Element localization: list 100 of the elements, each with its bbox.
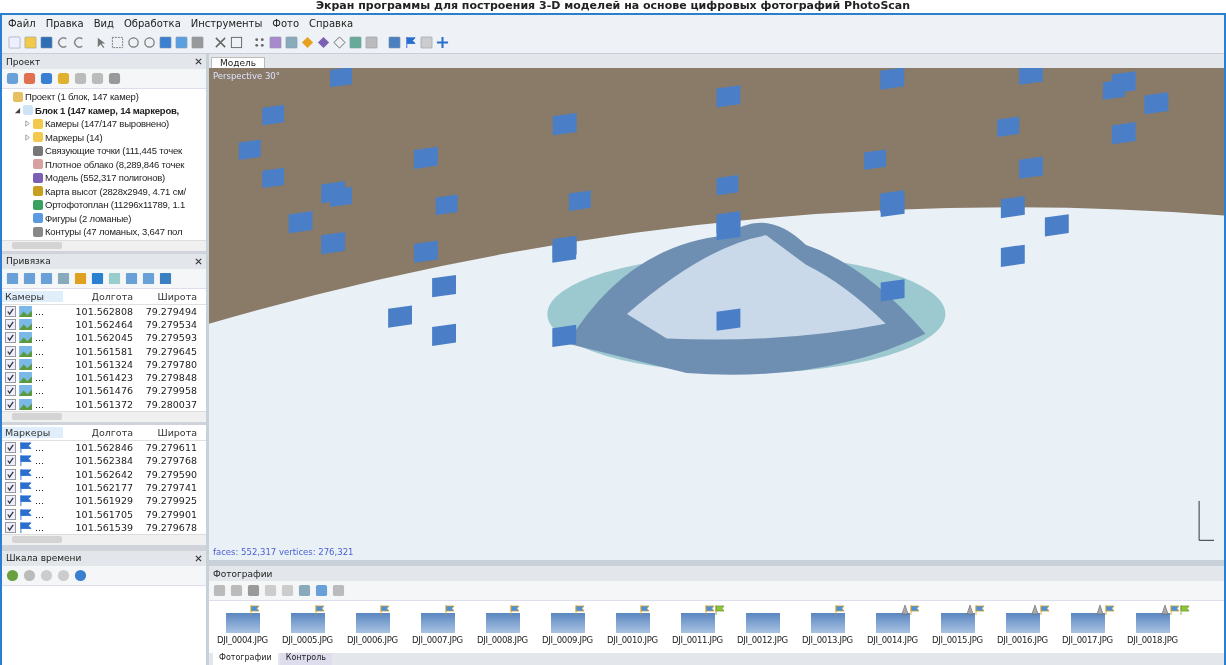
checkbox[interactable]	[5, 481, 16, 493]
square-outline-icon[interactable]	[230, 35, 243, 49]
tool-icon[interactable]	[125, 271, 138, 285]
tool-icon[interactable]	[247, 584, 260, 597]
square-icon[interactable]	[388, 35, 401, 49]
menu-item[interactable]: Обработка	[124, 17, 181, 29]
rectangle-icon[interactable]	[111, 35, 124, 49]
checkbox[interactable]	[5, 468, 16, 480]
photo-placeholder[interactable]	[615, 613, 650, 633]
tool-icon[interactable]	[142, 271, 155, 285]
menu-item[interactable]: Файл	[8, 17, 36, 29]
tool-icon[interactable]	[298, 584, 311, 597]
checkbox[interactable]	[5, 305, 16, 317]
photo-placeholder[interactable]	[680, 613, 715, 633]
collapse-icon[interactable]	[14, 106, 21, 114]
tool-icon[interactable]	[40, 72, 53, 85]
checkbox[interactable]	[5, 442, 16, 453]
menu-item[interactable]: Фото	[272, 17, 299, 29]
expand-icon[interactable]	[24, 120, 31, 128]
tool-icon[interactable]	[315, 584, 328, 597]
square-icon[interactable]	[159, 35, 172, 49]
diamond-icon[interactable]	[317, 35, 330, 49]
close-icon[interactable]	[195, 58, 202, 65]
tree-item[interactable]: Контуры (47 ломаных, 3,647 пол	[45, 226, 183, 238]
tool-icon[interactable]	[6, 271, 19, 285]
photo-placeholder[interactable]	[810, 613, 845, 633]
tree-item[interactable]: Фигуры (2 ломаные)	[45, 212, 132, 224]
photo-placeholder[interactable]	[940, 613, 975, 633]
tool-icon[interactable]	[23, 72, 36, 85]
plus-icon[interactable]	[436, 35, 449, 49]
tool-icon[interactable]	[23, 271, 36, 285]
photo-placeholder[interactable]	[1135, 613, 1170, 633]
photo-placeholder[interactable]	[290, 613, 325, 633]
column-header[interactable]: Маркеры	[2, 426, 63, 438]
tree-item[interactable]: Связующие точки (111,445 точек	[45, 145, 182, 157]
photo-placeholder[interactable]	[875, 613, 910, 633]
square-icon[interactable]	[285, 35, 298, 49]
menu-item[interactable]: Правка	[45, 17, 84, 29]
checkbox[interactable]	[5, 372, 16, 384]
square-icon[interactable]	[175, 35, 188, 49]
menu-item[interactable]: Инструменты	[190, 17, 263, 29]
circle-icon[interactable]	[127, 35, 140, 49]
photo-placeholder[interactable]	[1070, 613, 1105, 633]
tool-icon[interactable]	[159, 271, 172, 285]
checkbox[interactable]	[5, 318, 16, 330]
diamond-outline-icon[interactable]	[333, 35, 346, 49]
horizontal-scrollbar[interactable]	[2, 239, 206, 251]
checkbox[interactable]	[5, 521, 16, 533]
checkbox[interactable]	[5, 345, 16, 357]
square-icon[interactable]	[269, 35, 282, 49]
checkbox[interactable]	[5, 332, 16, 344]
circle-icon[interactable]	[143, 35, 156, 49]
checkbox[interactable]	[5, 358, 16, 370]
checkbox[interactable]	[5, 495, 16, 507]
checkbox[interactable]	[5, 455, 16, 467]
diamond-icon[interactable]	[301, 35, 314, 49]
tree-item[interactable]: Маркеры (14)	[45, 131, 103, 143]
tool-icon[interactable]	[91, 271, 104, 285]
tree-item[interactable]: Камеры (147/147 выровнено)	[45, 118, 170, 130]
checkbox[interactable]	[5, 508, 16, 520]
menu-item[interactable]: Вид	[93, 17, 114, 29]
tool-icon[interactable]	[57, 72, 70, 85]
column-header[interactable]: Долгота	[63, 290, 133, 302]
tool-icon[interactable]	[57, 271, 70, 285]
tool-icon[interactable]	[6, 72, 19, 85]
photo-placeholder[interactable]	[745, 613, 780, 633]
dots-icon[interactable]	[253, 35, 266, 49]
close-icon[interactable]	[195, 554, 202, 562]
tree-item[interactable]: Модель (552,317 полигонов)	[45, 172, 166, 184]
square-icon[interactable]	[349, 35, 362, 49]
tree-item[interactable]: Блок 1 (147 камер, 14 маркеров,	[35, 104, 180, 116]
column-header[interactable]: Широта	[133, 290, 197, 302]
tool-icon[interactable]	[74, 568, 87, 582]
tree-item[interactable]: Плотное облако (8,289,846 точек	[45, 158, 185, 170]
menu-item[interactable]: Справка	[309, 17, 354, 29]
checkbox[interactable]	[5, 385, 16, 397]
horizontal-scrollbar[interactable]	[2, 410, 206, 422]
photo-placeholder[interactable]	[1005, 613, 1040, 633]
tab[interactable]: Фотографии	[213, 653, 278, 665]
tool-icon[interactable]	[74, 271, 87, 285]
photo-placeholder[interactable]	[355, 613, 390, 633]
tree-item[interactable]: Карта высот (2828x2949, 4.71 см/	[45, 185, 186, 197]
square-icon[interactable]	[191, 35, 204, 49]
photo-placeholder[interactable]	[485, 613, 520, 633]
column-header[interactable]: Широта	[133, 426, 197, 438]
tree-item[interactable]: Проект (1 блок, 147 камер)	[25, 91, 139, 103]
tool-icon[interactable]	[108, 72, 121, 85]
expand-icon[interactable]	[24, 133, 31, 141]
close-icon[interactable]	[195, 257, 202, 265]
column-header[interactable]: Камеры	[2, 290, 63, 302]
photo-placeholder[interactable]	[225, 613, 260, 633]
flag-icon[interactable]	[404, 35, 417, 49]
photo-placeholder[interactable]	[550, 613, 585, 633]
cross-icon[interactable]	[214, 35, 227, 49]
tool-icon[interactable]	[6, 568, 19, 582]
tree-item[interactable]: Ортофотоплан (11296x11789, 1.1	[45, 199, 186, 211]
tool-icon[interactable]	[40, 271, 53, 285]
tab[interactable]: Контроль	[279, 653, 333, 665]
square-icon[interactable]	[365, 35, 378, 49]
photo-placeholder[interactable]	[420, 613, 455, 633]
